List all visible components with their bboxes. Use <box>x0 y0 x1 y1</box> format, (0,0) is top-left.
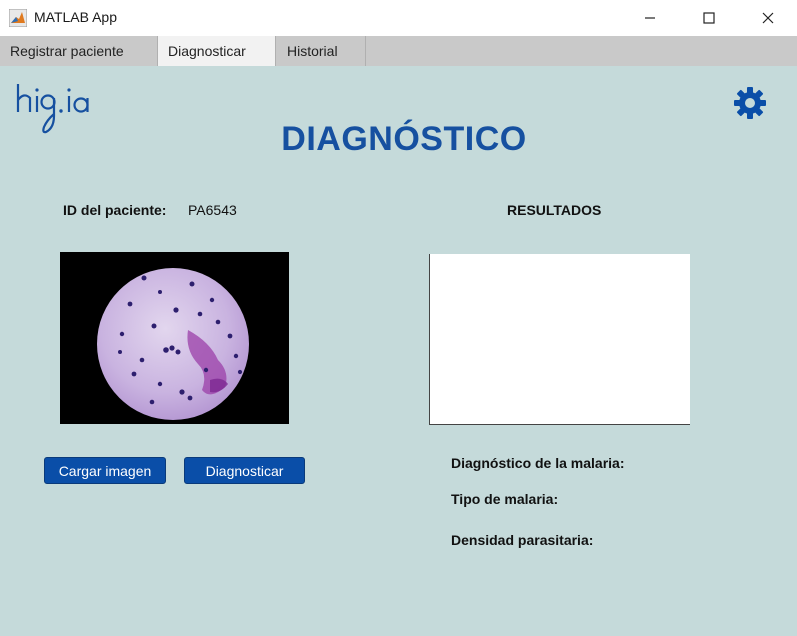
tab-historial[interactable]: Historial <box>276 36 366 66</box>
blood-smear-micrograph <box>97 268 249 420</box>
gear-icon[interactable] <box>733 86 767 120</box>
close-icon <box>762 12 774 24</box>
tab-registrar-paciente[interactable]: Registrar paciente <box>0 36 158 66</box>
window-title: MATLAB App <box>34 9 118 25</box>
minimize-button[interactable] <box>627 0 673 36</box>
malaria-type-label: Tipo de malaria: <box>451 491 559 507</box>
results-title: RESULTADOS <box>507 202 602 218</box>
title-bar: MATLAB App <box>0 0 797 36</box>
tab-diagnosticar[interactable]: Diagnosticar <box>158 36 276 66</box>
page-title: DIAGNÓSTICO <box>281 120 527 158</box>
matlab-icon <box>9 9 27 27</box>
diagnosis-panel: DIAGNÓSTICO ID del paciente: PA6543 RESU… <box>0 66 797 636</box>
diagnose-button[interactable]: Diagnosticar <box>184 457 305 484</box>
close-button[interactable] <box>745 0 791 36</box>
parasite-density-label: Densidad parasitaria: <box>451 532 594 548</box>
load-image-button[interactable]: Cargar imagen <box>44 457 166 484</box>
patient-id-label: ID del paciente: <box>63 202 167 218</box>
malaria-diagnosis-label: Diagnóstico de la malaria: <box>451 455 625 471</box>
blood-smear-image <box>60 252 289 424</box>
results-display <box>429 254 690 425</box>
minimize-icon <box>645 17 655 19</box>
maximize-icon <box>703 12 715 24</box>
patient-id-value: PA6543 <box>188 202 237 218</box>
maximize-button[interactable] <box>686 0 732 36</box>
tab-bar: Registrar paciente Diagnosticar Historia… <box>0 36 797 67</box>
